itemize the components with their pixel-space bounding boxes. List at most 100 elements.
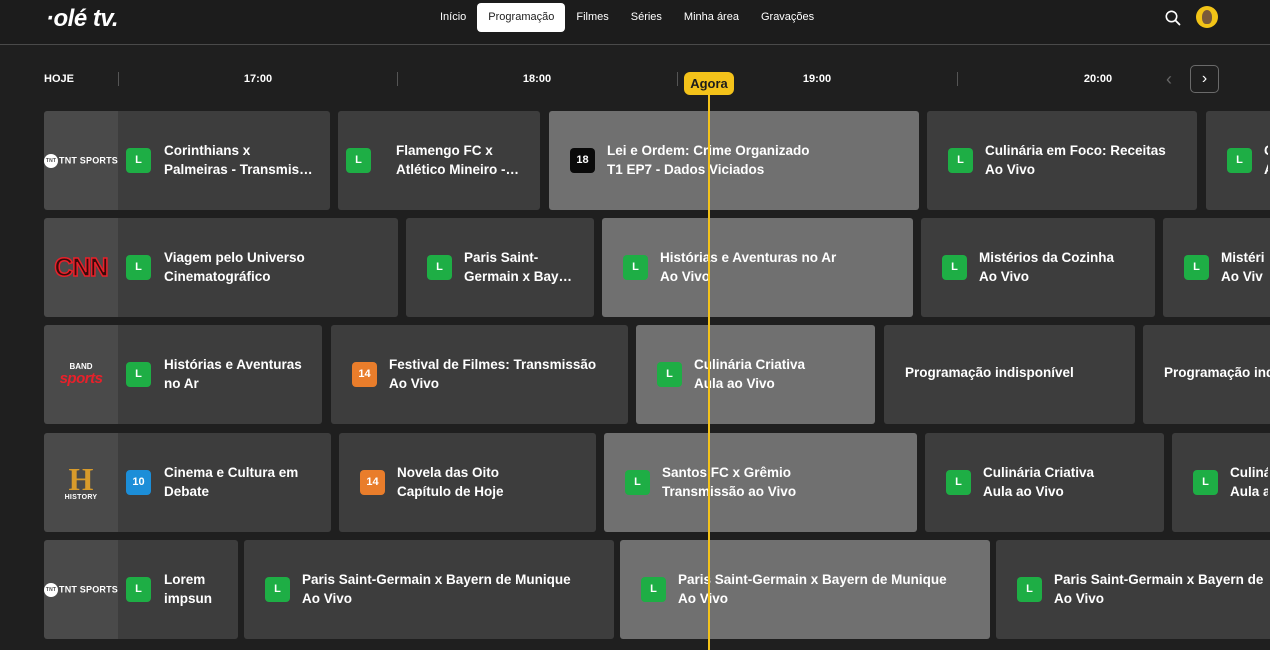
program-title: Culinária em Foco: Receitas Ao Vivo — [985, 143, 1166, 177]
channel-row: H HISTORY 10 Cinema e Cultura em Debate 14… — [0, 433, 1270, 532]
program-card[interactable]: L Mistéri Ao Viv — [1163, 218, 1270, 317]
nav-filmes[interactable]: Filmes — [565, 3, 619, 32]
program-card[interactable]: L Viagem pelo Universo Cinematográfico — [118, 218, 398, 317]
rating-badge: L — [1184, 255, 1209, 280]
rating-badge: L — [1227, 148, 1252, 173]
rating-badge: L — [1193, 470, 1218, 495]
program-card[interactable]: L Paris Saint- Germain x Bay… — [406, 218, 594, 317]
day-label: HOJE — [44, 73, 74, 85]
program-title: Lorem impsun — [164, 572, 213, 606]
program-card[interactable]: L Paris Saint-Germain x Bayern de Munique… — [996, 540, 1270, 639]
rating-badge: L — [942, 255, 967, 280]
time-label: 19:00 — [802, 73, 832, 85]
program-card[interactable]: LC A — [1206, 111, 1270, 210]
now-indicator: Agora — [684, 72, 734, 95]
program-card[interactable]: L Culinária Criativa Aula ao Vivo — [925, 433, 1164, 532]
program-title: Paris Saint- Germain x Bay… — [464, 250, 573, 284]
program-title: Festival de Filmes: Transmissão Ao Vivo — [389, 357, 597, 391]
program-card[interactable]: L Corinthians x Palmeiras - Transmis… — [118, 111, 330, 210]
tnt-sports-logo[interactable]: TNT TNT SPORTS — [44, 111, 118, 210]
program-title: Programação ind — [1164, 365, 1270, 380]
time-tick — [118, 72, 119, 86]
program-card[interactable]: L Culinária em Foco: Receitas Ao Vivo — [927, 111, 1197, 210]
program-card[interactable]: L Culinária Criativa Aula ao Vivo — [636, 325, 875, 424]
program-title: Paris Saint-Germain x Bayern de Munique … — [302, 572, 571, 606]
program-title: Culinária Criativa Aula ao Vivo — [983, 465, 1095, 499]
rating-badge: L — [1017, 577, 1042, 602]
now-line — [708, 93, 710, 650]
rating-badge: 14 — [352, 362, 377, 387]
rating-badge: L — [946, 470, 971, 495]
rating-badge: L — [641, 577, 666, 602]
time-label: 17:00 — [243, 73, 273, 85]
program-title: Lei e Ordem: Crime Organizado T1 EP7 - D… — [607, 143, 810, 177]
program-title: Mistérios da Cozinha Ao Vivo — [979, 250, 1115, 284]
time-label: 18:00 — [522, 73, 552, 85]
rating-badge: L — [948, 148, 973, 173]
program-title: Histórias e Aventuras no Ar Ao Vivo — [660, 250, 837, 284]
rating-badge: 18 — [570, 148, 595, 173]
program-card[interactable]: L Culiná Aula a — [1172, 433, 1270, 532]
nav-series[interactable]: Séries — [620, 3, 673, 32]
program-title: Corinthians x Palmeiras - Transmis… — [164, 143, 313, 177]
program-title: Histórias e Aventuras no Ar — [164, 357, 302, 391]
program-title: Culiná Aula a — [1230, 465, 1268, 499]
program-title: Programação indisponível — [905, 365, 1074, 380]
program-title: Mistéri Ao Viv — [1221, 250, 1265, 284]
search-icon[interactable] — [1164, 9, 1182, 27]
chevron-right-icon[interactable]: › — [1190, 65, 1219, 93]
rating-badge: L — [126, 255, 151, 280]
program-card[interactable]: Programação indisponível — [884, 325, 1135, 424]
nav-programacao[interactable]: Programação — [477, 3, 566, 32]
program-card[interactable]: 14 Novela das Oito Capítulo de Hoje — [339, 433, 596, 532]
main-nav: Início Programação Filmes Séries Minha á… — [429, 3, 825, 32]
program-title: Santos FC x Grêmio Transmissão ao Vivo — [662, 465, 797, 499]
time-label: 20:00 — [1083, 73, 1113, 85]
program-title: Novela das Oito Capítulo de Hoje — [397, 465, 504, 499]
program-card[interactable]: L Histórias e Aventuras no Ar — [118, 325, 322, 424]
program-card[interactable]: 14 Festival de Filmes: Transmissão Ao Viv… — [331, 325, 628, 424]
nav-inicio[interactable]: Início — [429, 3, 477, 32]
program-card[interactable]: L Flamengo FC x Atlético Mineiro -… — [338, 111, 540, 210]
tnt-sports-logo[interactable]: TNT TNT SPORTS — [44, 540, 118, 639]
rating-badge: L — [126, 148, 151, 173]
rating-badge: L — [427, 255, 452, 280]
rating-badge: L — [126, 362, 151, 387]
time-tick — [677, 72, 678, 86]
rating-badge: L — [126, 577, 151, 602]
chevron-left-icon[interactable]: ‹ — [1159, 68, 1179, 90]
program-card[interactable]: L Histórias e Aventuras no Ar Ao Vivo — [602, 218, 913, 317]
program-card[interactable]: Programação ind — [1143, 325, 1270, 424]
program-title: Flamengo FC x Atlético Mineiro -… — [396, 143, 520, 177]
program-card[interactable]: L Paris Saint-Germain x Bayern de Munique… — [244, 540, 614, 639]
time-tick — [957, 72, 958, 86]
user-avatar[interactable] — [1196, 6, 1218, 28]
time-tick — [397, 72, 398, 86]
top-bar: ·olé tv. Início Programação Filmes Série… — [0, 0, 1270, 45]
program-card[interactable]: L Mistérios da Cozinha Ao Vivo — [921, 218, 1155, 317]
rating-badge: L — [346, 148, 371, 173]
program-title: Viagem pelo Universo Cinematográfico — [164, 250, 305, 284]
program-card[interactable]: L Paris Saint-Germain x Bayern de Munique… — [620, 540, 990, 639]
program-title: Paris Saint-Germain x Bayern de Munique … — [678, 572, 947, 606]
nav-gravacoes[interactable]: Gravações — [750, 3, 825, 32]
channel-row: BAND sports L Histórias e Aventuras no Ar … — [0, 325, 1270, 424]
program-card[interactable]: L Santos FC x Grêmio Transmissão ao Vivo — [604, 433, 917, 532]
program-card[interactable]: 18 Lei e Ordem: Crime Organizado T1 EP7 -… — [549, 111, 919, 210]
program-card[interactable]: L Lorem impsun — [118, 540, 238, 639]
rating-badge: 14 — [360, 470, 385, 495]
rating-badge: L — [625, 470, 650, 495]
rating-badge: 10 — [126, 470, 151, 495]
history-logo[interactable]: H HISTORY — [44, 433, 118, 532]
program-title: C A — [1264, 141, 1268, 179]
program-title: Paris Saint-Germain x Bayern de Munique … — [1054, 572, 1268, 606]
cnn-logo[interactable]: CNN — [44, 218, 118, 317]
epg-app: ·olé tv. Início Programação Filmes Série… — [0, 0, 1270, 650]
channel-row: CNN L Viagem pelo Universo Cinematográfic… — [0, 218, 1270, 317]
nav-minha-area[interactable]: Minha área — [673, 3, 750, 32]
rating-badge: L — [623, 255, 648, 280]
program-title: Cinema e Cultura em Debate — [164, 465, 299, 499]
olé-tv-logo[interactable]: ·olé tv. — [46, 5, 119, 33]
band-sports-logo[interactable]: BAND sports — [44, 325, 118, 424]
program-card[interactable]: 10 Cinema e Cultura em Debate — [118, 433, 331, 532]
